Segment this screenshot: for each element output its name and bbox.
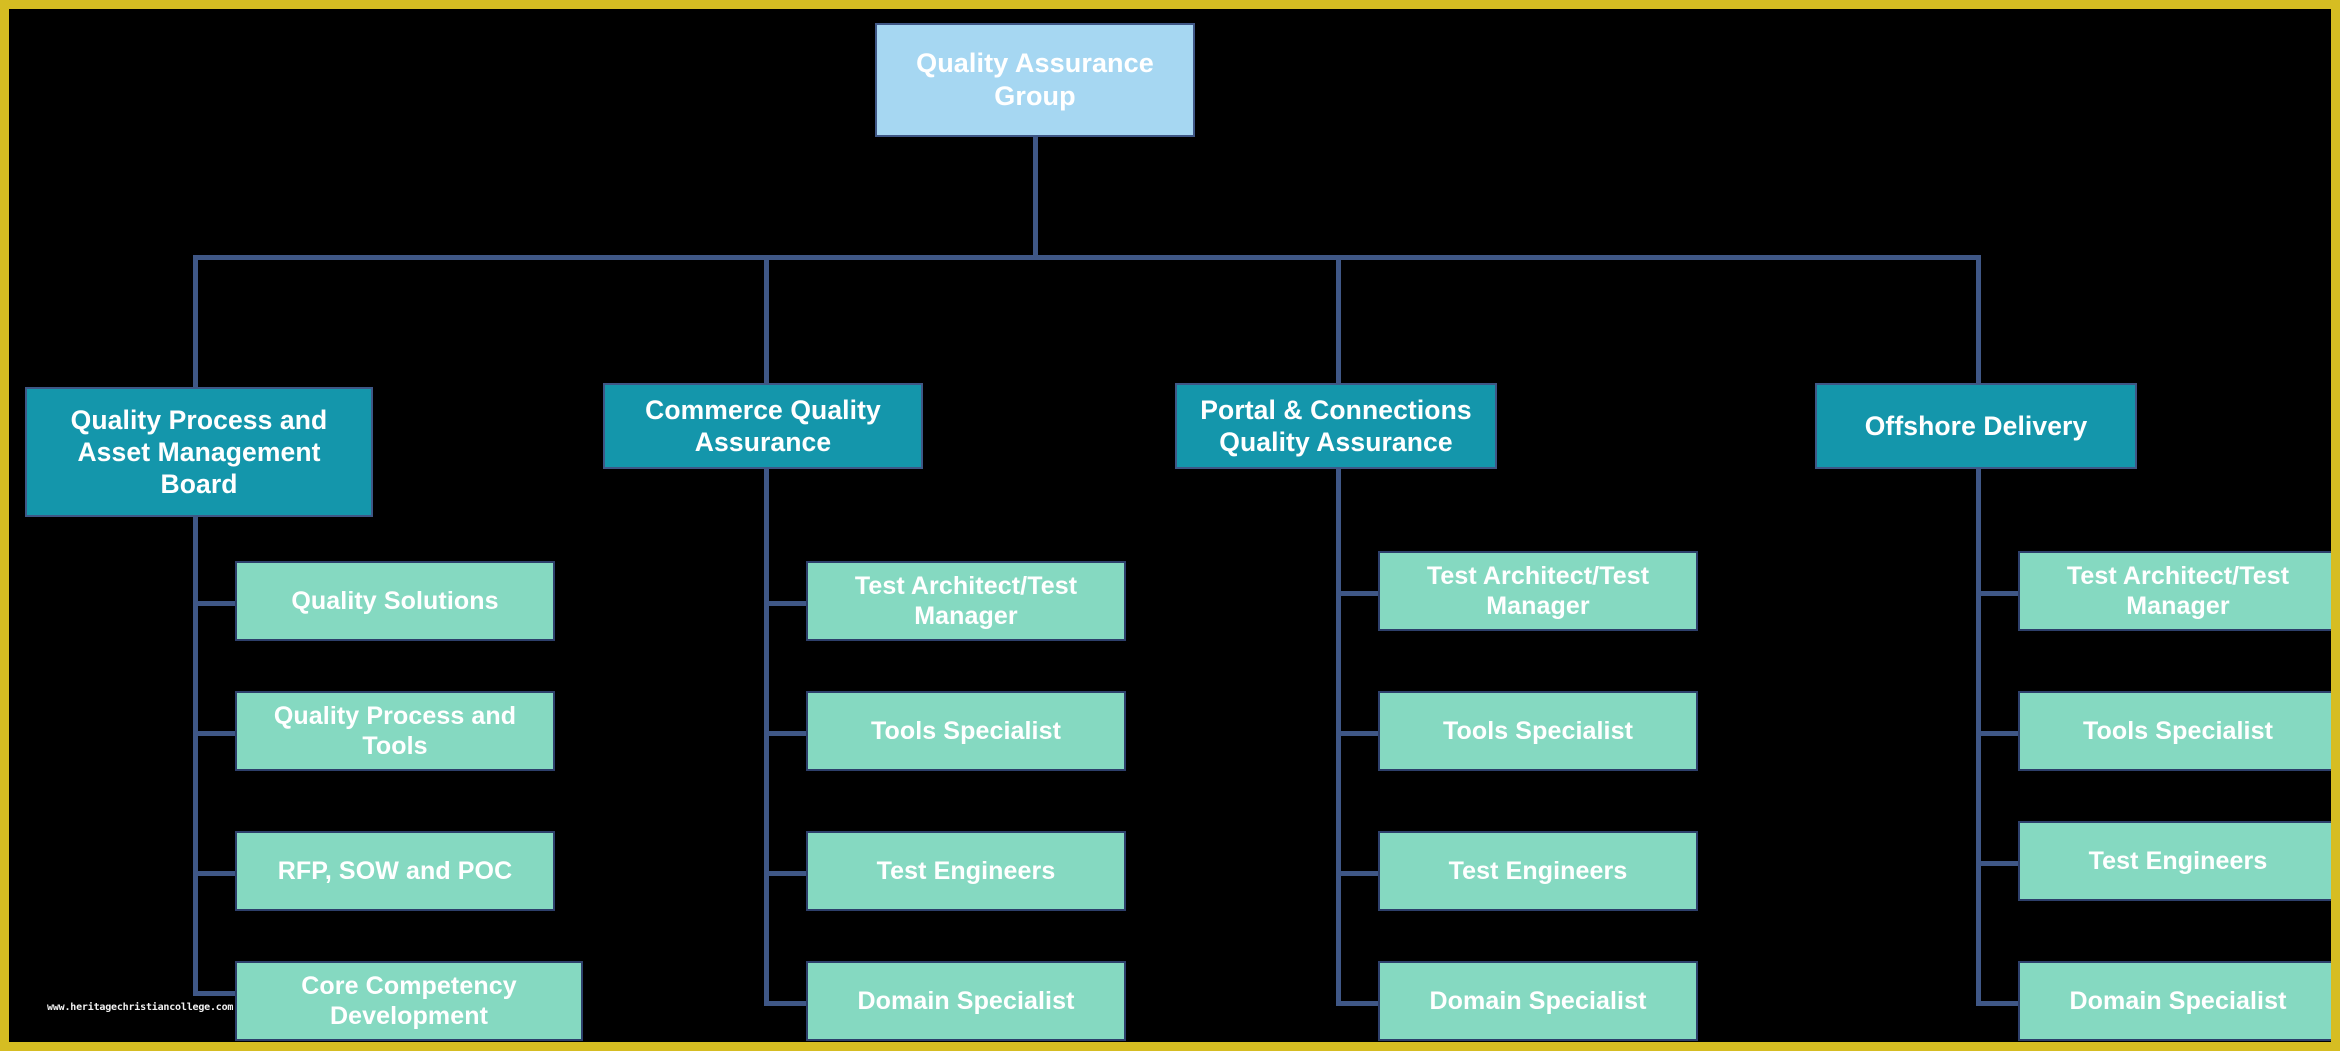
connector-stub-1-3 <box>193 871 237 876</box>
node-division-commerce-quality-assurance[interactable]: Commerce Quality Assurance <box>603 383 923 469</box>
connector-stub-3-1 <box>1336 591 1380 596</box>
connector-spine-column-2 <box>764 469 769 1004</box>
connector-stub-2-4 <box>764 1001 808 1006</box>
node-label: Quality Assurance Group <box>916 48 1154 111</box>
connector-stub-4-2 <box>1976 731 2020 736</box>
connector-stub-2-3 <box>764 871 808 876</box>
connector-stub-4-4 <box>1976 1001 2020 1006</box>
node-leaf-tools-specialist-commerce[interactable]: Tools Specialist <box>806 691 1126 771</box>
node-leaf-test-engineers-offshore[interactable]: Test Engineers <box>2018 821 2331 901</box>
node-label: Domain Specialist <box>2069 986 2287 1015</box>
node-label: Tools Specialist <box>2082 716 2274 745</box>
node-label: Quality Process and Asset Management Boa… <box>70 404 328 500</box>
node-leaf-domain-specialist-portal[interactable]: Domain Specialist <box>1378 961 1698 1041</box>
connector-root-stem <box>1033 137 1038 259</box>
connector-top-bus <box>193 255 1981 260</box>
node-label: Quality Solutions <box>291 586 499 615</box>
connector-stub-4-1 <box>1976 591 2020 596</box>
connector-spine-column-1 <box>193 513 198 996</box>
connector-drop-division-4 <box>1976 255 1981 393</box>
node-leaf-tools-specialist-offshore[interactable]: Tools Specialist <box>2018 691 2331 771</box>
connector-stub-1-2 <box>193 731 237 736</box>
org-chart-canvas: Quality Assurance Group Quality Process … <box>0 0 2340 1051</box>
node-label: Domain Specialist <box>1429 986 1647 1015</box>
node-root-quality-assurance-group[interactable]: Quality Assurance Group <box>875 23 1195 137</box>
connector-stub-4-3 <box>1976 861 2020 866</box>
connector-stub-1-1 <box>193 601 237 606</box>
watermark: www.heritagechristiancollege.com <box>47 1002 234 1013</box>
node-leaf-test-engineers-portal[interactable]: Test Engineers <box>1378 831 1698 911</box>
node-leaf-domain-specialist-offshore[interactable]: Domain Specialist <box>2018 961 2331 1041</box>
connector-stub-3-3 <box>1336 871 1380 876</box>
node-label: Test Engineers <box>876 856 1056 885</box>
node-leaf-quality-process-and-tools[interactable]: Quality Process and Tools <box>235 691 555 771</box>
connector-stub-2-2 <box>764 731 808 736</box>
node-division-quality-process-and-asset-management-board[interactable]: Quality Process and Asset Management Boa… <box>25 387 373 517</box>
node-leaf-core-competency-development[interactable]: Core Competency Development <box>235 961 583 1041</box>
node-label: Test Engineers <box>2088 846 2268 875</box>
node-division-offshore-delivery[interactable]: Offshore Delivery <box>1815 383 2137 469</box>
node-leaf-test-engineers-commerce[interactable]: Test Engineers <box>806 831 1126 911</box>
connector-stub-1-4 <box>193 991 237 996</box>
connector-spine-column-4 <box>1976 469 1981 1004</box>
node-label: Core Competency Development <box>301 971 517 1031</box>
node-label: Test Engineers <box>1448 856 1628 885</box>
connector-drop-division-1 <box>193 255 198 393</box>
node-leaf-domain-specialist-commerce[interactable]: Domain Specialist <box>806 961 1126 1041</box>
node-label: Test Architect/Test Manager <box>2066 561 2290 621</box>
node-leaf-tools-specialist-portal[interactable]: Tools Specialist <box>1378 691 1698 771</box>
connector-stub-3-2 <box>1336 731 1380 736</box>
node-label: Test Architect/Test Manager <box>854 571 1078 631</box>
connector-stub-3-4 <box>1336 1001 1380 1006</box>
node-leaf-quality-solutions[interactable]: Quality Solutions <box>235 561 555 641</box>
node-leaf-test-architect-test-manager-portal[interactable]: Test Architect/Test Manager <box>1378 551 1698 631</box>
node-leaf-test-architect-test-manager-commerce[interactable]: Test Architect/Test Manager <box>806 561 1126 641</box>
node-division-portal-and-connections-quality-assurance[interactable]: Portal & Connections Quality Assurance <box>1175 383 1497 469</box>
node-label: Tools Specialist <box>870 716 1062 745</box>
connector-drop-division-3 <box>1336 255 1341 383</box>
connector-stub-2-1 <box>764 601 808 606</box>
node-leaf-test-architect-test-manager-offshore[interactable]: Test Architect/Test Manager <box>2018 551 2331 631</box>
connector-spine-column-3 <box>1336 469 1341 1004</box>
node-label: Portal & Connections Quality Assurance <box>1200 394 1472 457</box>
node-label: Commerce Quality Assurance <box>645 394 881 457</box>
node-label: Test Architect/Test Manager <box>1426 561 1650 621</box>
org-chart-inner: Quality Assurance Group Quality Process … <box>9 9 2331 1042</box>
node-label: Domain Specialist <box>857 986 1075 1015</box>
node-label: Offshore Delivery <box>1864 410 2088 441</box>
node-leaf-rfp-sow-and-poc[interactable]: RFP, SOW and POC <box>235 831 555 911</box>
node-label: Tools Specialist <box>1442 716 1634 745</box>
node-label: Quality Process and Tools <box>273 701 517 761</box>
connector-drop-division-2 <box>764 255 769 383</box>
node-label: RFP, SOW and POC <box>277 856 513 885</box>
